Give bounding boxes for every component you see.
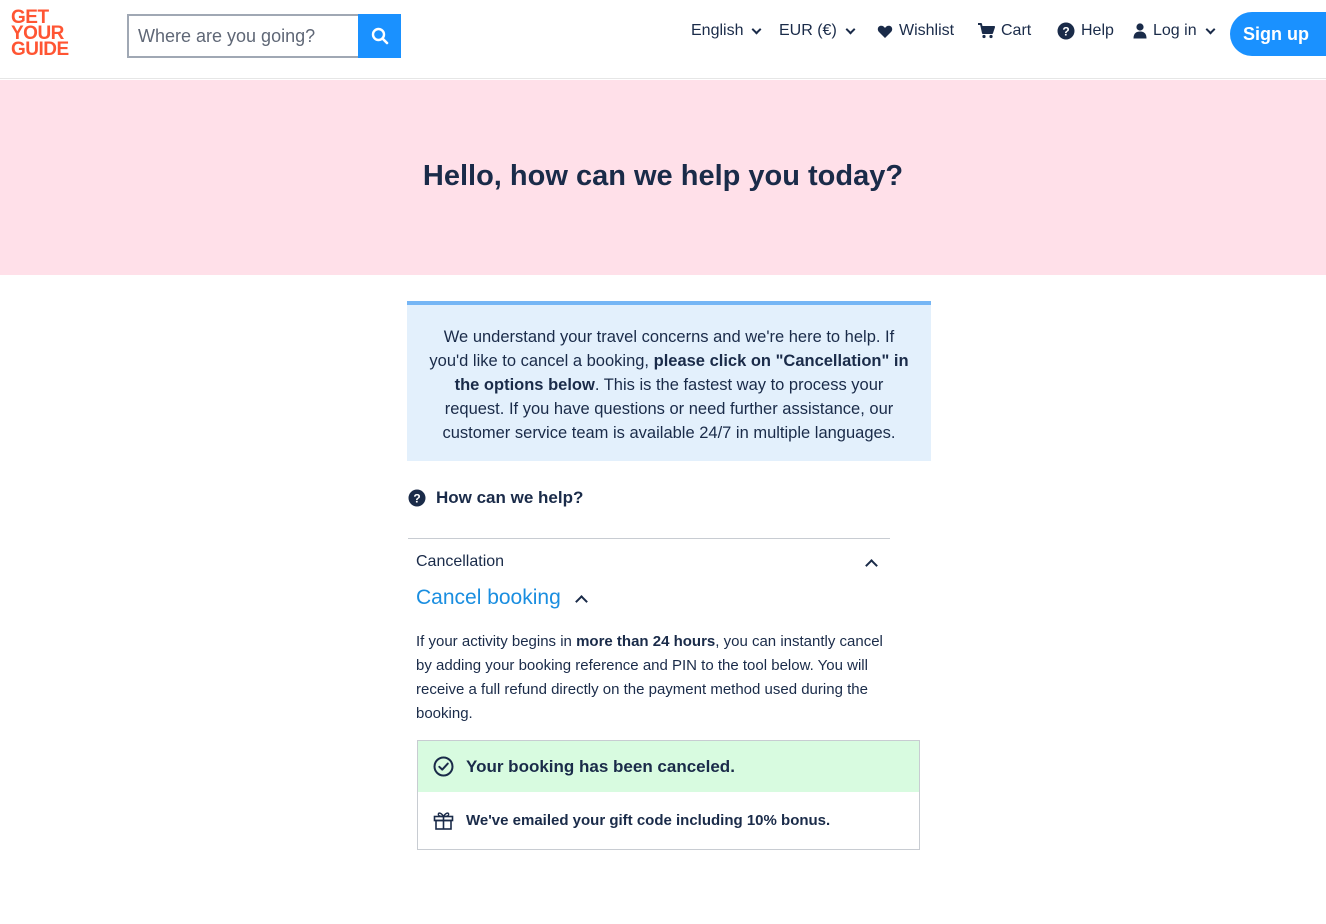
desc-bold: more than 24 hours [576,633,716,650]
travel-notice: We understand your travel concerns and w… [407,301,931,461]
chevron-down-icon [752,24,762,34]
login-label: Log in [1153,22,1197,39]
cart-link[interactable]: Cart [977,22,1031,40]
question-circle-icon: ? [1057,22,1075,40]
search-button[interactable] [358,14,401,58]
getyourguide-logo[interactable]: GET YOUR GUIDE [11,8,77,62]
success-message: Your booking has been canceled. [418,741,919,792]
help-heading-label: How can we help? [436,488,584,507]
search-input[interactable] [127,14,359,58]
currency-selector[interactable]: EUR (€) [779,22,856,40]
site-header: GET YOUR GUIDE English EUR (€) Wishlist [0,0,1326,79]
gift-icon [433,812,454,830]
language-label: English [691,22,744,39]
help-label: Help [1081,22,1114,39]
currency-label: EUR (€) [779,22,837,39]
cancel-description: If your activity begins in more than 24 … [416,630,891,726]
help-heading: ? How can we help? [408,488,583,508]
chevron-down-icon [845,24,856,34]
chevron-up-icon [865,558,878,572]
desc-before: If your activity begins in [416,633,577,650]
cancellation-result: Your booking has been canceled. We've em… [417,740,920,850]
gift-text: We've emailed your gift code including 1… [466,812,831,829]
divider [408,538,890,539]
heart-icon [877,25,893,38]
hero-banner: Hello, how can we help you today? [0,80,1326,275]
search-bar [127,14,401,58]
category-label: Cancellation [416,553,505,570]
check-circle-icon [433,756,454,777]
search-icon [371,27,388,45]
topic-label: Cancel booking [416,586,561,609]
svg-text:?: ? [413,491,420,505]
signup-button[interactable]: Sign up [1230,12,1326,56]
chevron-down-icon [1205,24,1216,34]
topic-cancel-booking[interactable]: Cancel booking [416,586,588,610]
login-menu[interactable]: Log in [1133,22,1216,40]
gift-message: We've emailed your gift code including 1… [418,792,919,849]
success-text: Your booking has been canceled. [466,756,735,776]
svg-text:?: ? [1062,24,1069,38]
question-circle-icon: ? [408,489,426,507]
language-selector[interactable]: English [691,22,762,40]
logo-line-3: GUIDE [11,39,69,60]
page-title: Hello, how can we help you today? [422,160,904,192]
category-cancellation[interactable]: Cancellation [408,540,890,584]
chevron-up-icon [574,594,588,608]
cart-label: Cart [1001,22,1032,39]
help-link[interactable]: ? Help [1057,22,1114,40]
wishlist-label: Wishlist [899,22,955,39]
user-icon [1133,23,1147,39]
wishlist-link[interactable]: Wishlist [877,22,954,40]
cart-icon [978,23,995,39]
